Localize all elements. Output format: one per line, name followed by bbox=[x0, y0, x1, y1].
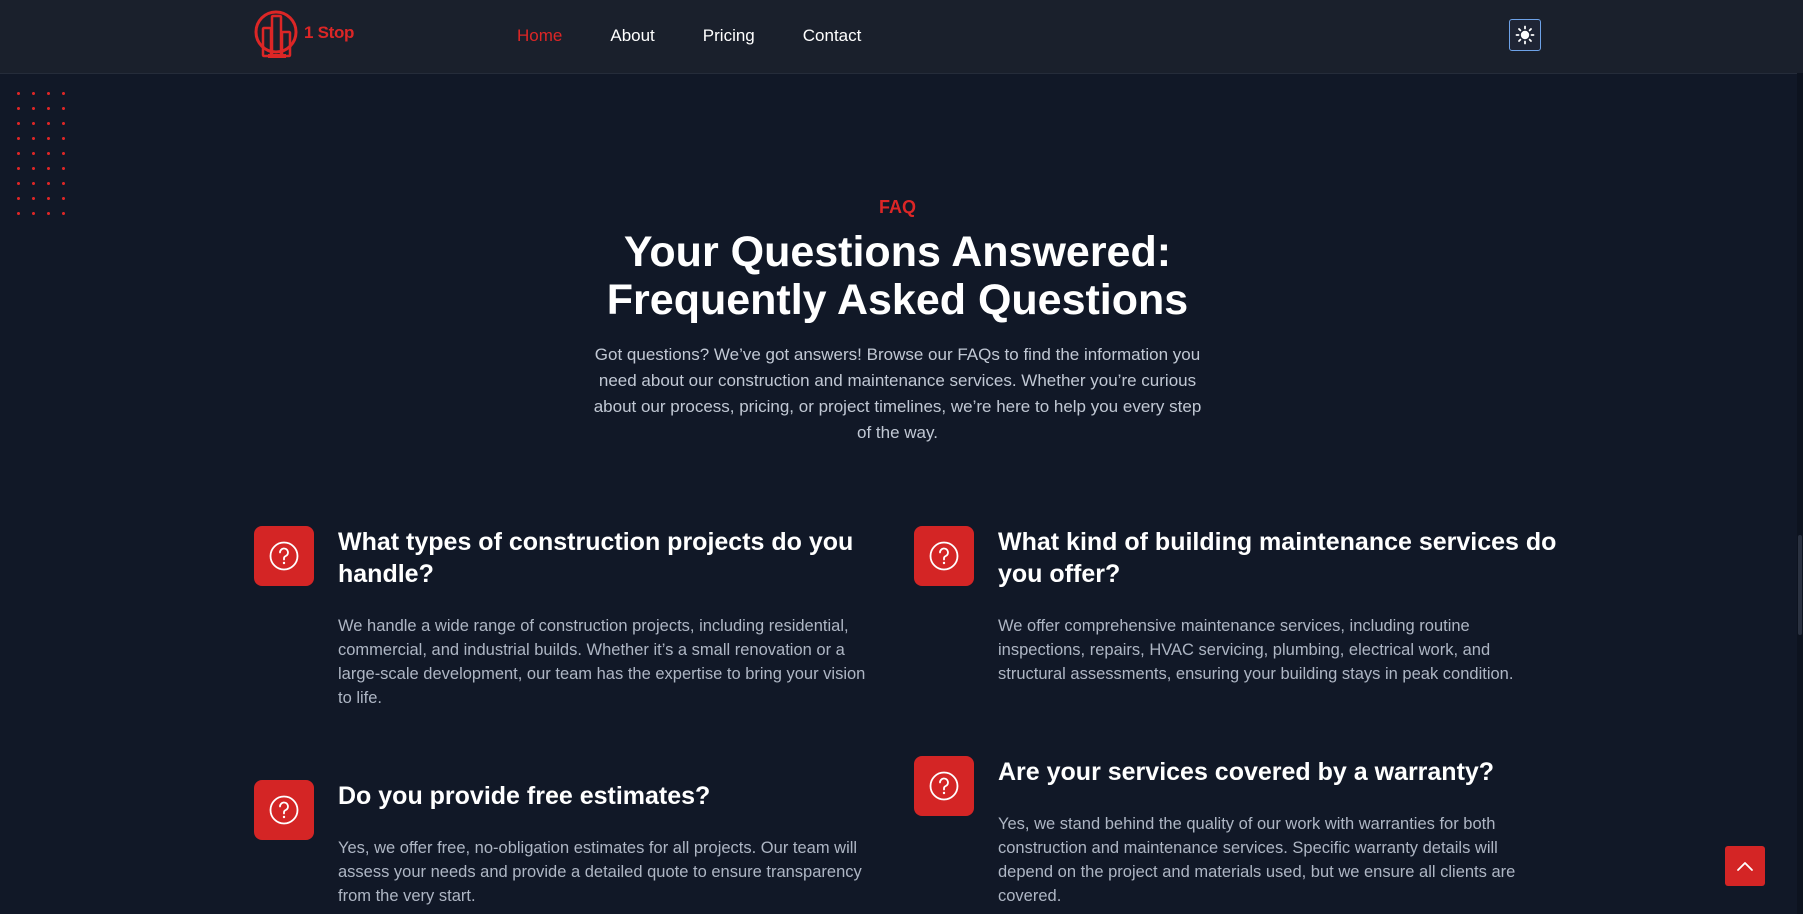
building-logo-icon bbox=[254, 10, 298, 58]
question-circle-icon bbox=[269, 795, 299, 825]
faq-answer: Yes, we offer free, no-obligation estima… bbox=[338, 839, 862, 905]
scrollbar-thumb[interactable] bbox=[1798, 535, 1802, 635]
faq-answer: Yes, we stand behind the quality of our … bbox=[998, 815, 1516, 905]
main-nav: Home About Pricing Contact bbox=[517, 26, 861, 46]
faq-title-line-1: Your Questions Answered: bbox=[623, 228, 1172, 276]
page-scrollbar[interactable] bbox=[1797, 73, 1803, 914]
chevron-up-icon bbox=[1737, 862, 1753, 871]
faq-answer: We offer comprehensive maintenance servi… bbox=[998, 617, 1514, 683]
faq-title: Your Questions Answered: Frequently Aske… bbox=[560, 228, 1235, 324]
question-circle-icon bbox=[269, 541, 299, 571]
faq-answer: We handle a wide range of construction p… bbox=[338, 617, 866, 707]
faq-question: What types of construction projects do y… bbox=[338, 528, 854, 588]
faq-intro: Got questions? We’ve got answers! Browse… bbox=[593, 345, 1202, 442]
faq-icon-box bbox=[914, 756, 974, 816]
site-header: 1 Stop Home About Pricing Contact bbox=[0, 0, 1803, 74]
nav-about[interactable]: About bbox=[610, 26, 654, 46]
faq-icon-box bbox=[914, 526, 974, 586]
faq-icon-box bbox=[254, 526, 314, 586]
nav-contact[interactable]: Contact bbox=[803, 26, 862, 46]
faq-title-line-2: Frequently Asked Questions bbox=[606, 276, 1189, 324]
brand-logo[interactable]: 1 Stop bbox=[254, 6, 354, 60]
faq-question: What kind of building maintenance servic… bbox=[998, 528, 1557, 588]
brand-name: 1 Stop bbox=[304, 23, 355, 42]
faq-question: Are your services covered by a warranty? bbox=[998, 758, 1495, 786]
theme-toggle-button[interactable] bbox=[1509, 19, 1541, 51]
sun-icon bbox=[1515, 25, 1535, 45]
question-circle-icon bbox=[929, 541, 959, 571]
nav-home[interactable]: Home bbox=[517, 26, 562, 46]
faq-label: FAQ bbox=[878, 197, 916, 217]
faq-icon-box bbox=[254, 780, 314, 840]
question-circle-icon bbox=[929, 771, 959, 801]
nav-pricing[interactable]: Pricing bbox=[703, 26, 755, 46]
back-to-top-button[interactable] bbox=[1725, 846, 1765, 886]
faq-question: Do you provide free estimates? bbox=[338, 782, 711, 810]
